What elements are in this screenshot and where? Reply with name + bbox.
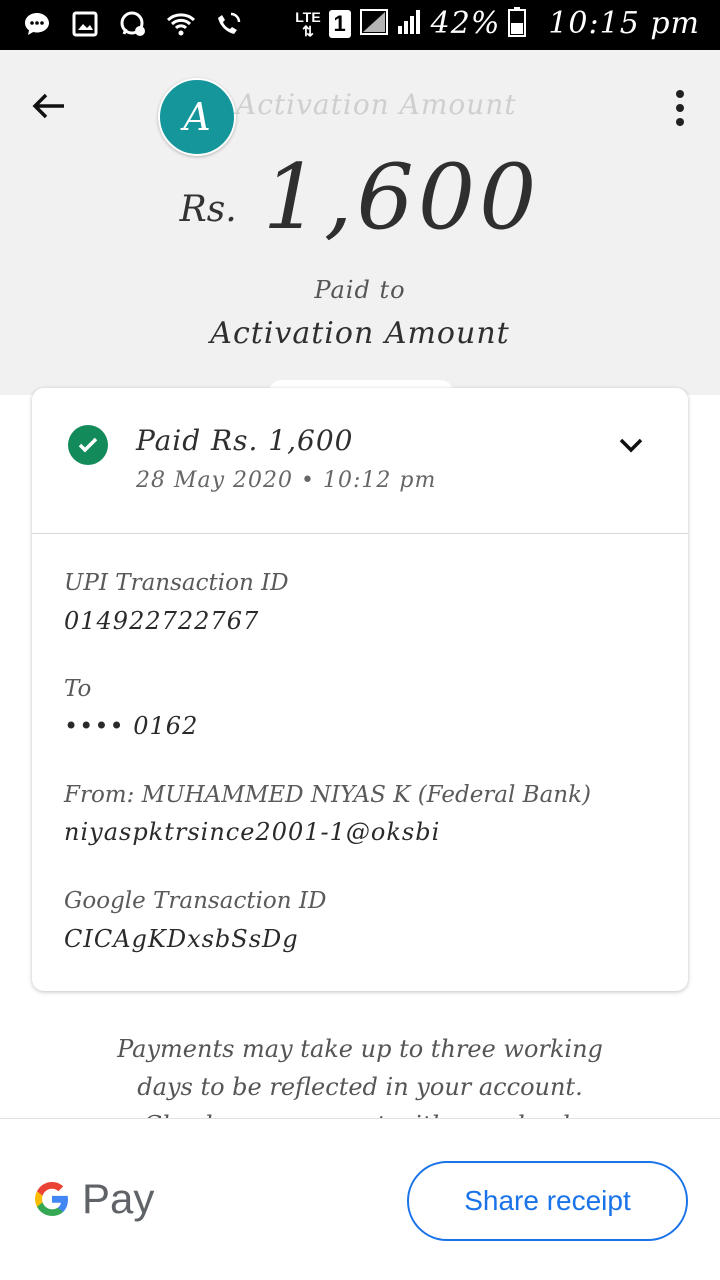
upi-transaction-id-label: UPI Transaction ID — [64, 570, 289, 596]
google-transaction-id: CICAgKDxsbSsDg — [64, 925, 299, 953]
wifi-calling-icon — [214, 9, 244, 39]
gpay-wordmark: Pay — [82, 1175, 155, 1222]
transaction-card: Paid Rs. 1,600 28 May 2020 • 10:12 pm UP… — [32, 388, 688, 991]
to-label: To — [64, 676, 92, 702]
bottom-bar: Pay Share receipt — [0, 1118, 720, 1280]
share-receipt-button[interactable]: Share receipt — [407, 1161, 688, 1241]
to-account: •••• 0162 — [64, 712, 199, 740]
network-type: LTE ⇅ — [295, 8, 321, 39]
payment-header: A Activation Amount Rs. 1,600 Paid to Ac… — [0, 50, 720, 395]
transaction-summary[interactable]: Paid Rs. 1,600 28 May 2020 • 10:12 pm — [32, 388, 688, 534]
image-icon — [70, 9, 100, 39]
google-transaction-id-label: Google Transaction ID — [64, 888, 327, 914]
from-upi-id: niyaspktrsince2001-1@oksbi — [64, 818, 441, 846]
from-label: From: MUHAMMED NIYAS K (Federal Bank) — [64, 782, 592, 808]
info-note-line: Check your account with your bank — [0, 1106, 720, 1118]
battery-icon — [508, 6, 527, 41]
page-title: Activation Amount — [236, 88, 517, 121]
gpay-logo: Pay — [32, 1175, 154, 1223]
wifi-icon — [166, 9, 196, 39]
info-note: Payments may take up to three working da… — [0, 1030, 720, 1118]
back-button[interactable] — [28, 86, 68, 126]
payment-datetime: 28 May 2020 • 10:12 pm — [136, 468, 437, 493]
whatsapp-icon — [118, 9, 148, 39]
upi-transaction-id: 014922722767 — [64, 607, 260, 635]
currency-label: Rs. — [179, 189, 237, 230]
info-note-line: Payments may take up to three working — [117, 1035, 603, 1063]
back-arrow-icon — [32, 93, 64, 119]
chat-bubble-icon — [22, 9, 52, 39]
info-note-line: days to be reflected in your account. — [137, 1073, 583, 1101]
check-circle-icon — [68, 425, 108, 465]
amount-display: Rs. 1,600 — [0, 145, 720, 250]
google-g-icon — [35, 1182, 68, 1216]
amount-value: 1,600 — [262, 145, 541, 250]
more-options-icon[interactable] — [674, 90, 686, 126]
signal-bars-icon — [397, 8, 423, 40]
sim-indicator: 1 — [328, 9, 351, 38]
chevron-down-icon[interactable] — [616, 430, 646, 460]
signal-icon — [359, 8, 389, 40]
system-indicators: LTE ⇅ 1 42% 10:15 pm — [295, 6, 700, 41]
payment-status: Paid Rs. 1,600 — [136, 424, 354, 457]
battery-percent: 42% — [430, 6, 501, 41]
notification-icons — [22, 9, 244, 39]
clock: 10:15 pm — [548, 6, 700, 41]
payee-name: Activation Amount — [210, 316, 510, 351]
paid-to-label: Paid to — [314, 276, 406, 304]
status-bar: LTE ⇅ 1 42% 10:15 pm — [0, 0, 720, 50]
